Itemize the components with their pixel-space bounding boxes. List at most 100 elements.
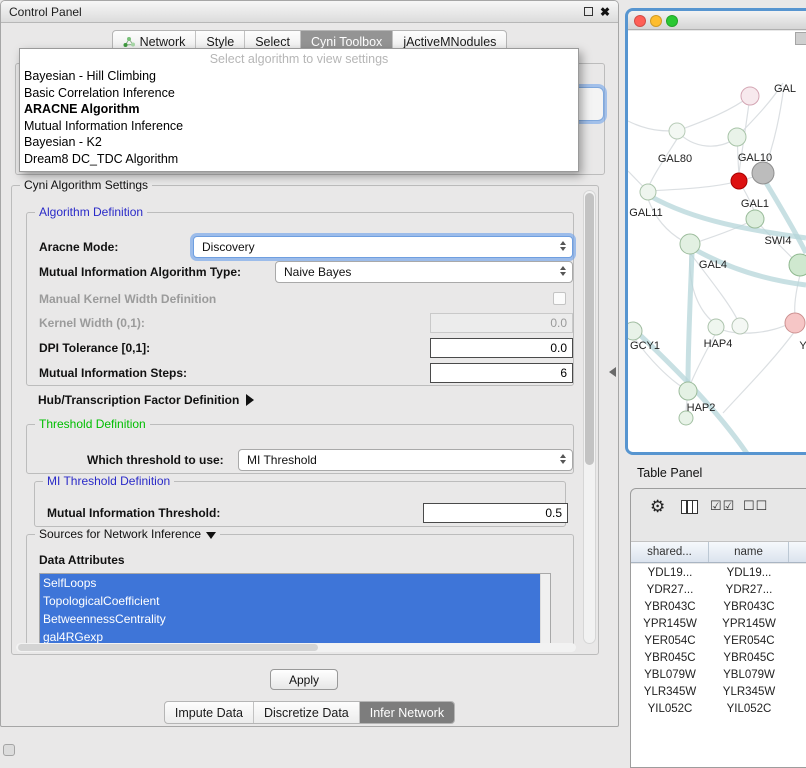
network-node[interactable]: [628, 322, 642, 340]
attribute-list-scrollbar[interactable]: [540, 574, 550, 644]
deselect-all-columns-icon[interactable]: ☐☐: [743, 498, 768, 514]
which-threshold-label: Which threshold to use:: [87, 453, 224, 467]
table-row[interactable]: YBR045CYBR045C9.: [631, 649, 806, 666]
table-row[interactable]: YBR043CYBR043C: [631, 598, 806, 615]
table-header-cell[interactable]: [789, 542, 806, 562]
sources-title-label: Sources for Network Inference: [39, 527, 201, 541]
dpi-tolerance-value: 0.0: [550, 341, 567, 355]
network-node-label: HAP2: [687, 402, 716, 414]
mi-steps-field[interactable]: 6: [430, 363, 573, 383]
table-cell: YIL052C: [631, 700, 709, 717]
table-header: shared...name: [631, 541, 806, 563]
network-edge: [723, 331, 795, 413]
network-node[interactable]: [741, 87, 759, 105]
table-cell: [789, 666, 806, 683]
manual-kernel-checkbox[interactable]: [553, 292, 566, 305]
zoom-traffic-light-icon[interactable]: [666, 15, 678, 27]
attribute-list[interactable]: SelfLoopsTopologicalCoefficientBetweenne…: [39, 573, 551, 645]
dropdown-item[interactable]: Basic Correlation Inference: [20, 85, 578, 102]
columns-icon[interactable]: [681, 500, 698, 514]
dropdown-item[interactable]: Dream8 DC_TDC Algorithm: [20, 151, 578, 168]
algorithm-dropdown: Select algorithm to view settings Bayesi…: [19, 48, 579, 172]
dropdown-item[interactable]: Mutual Information Inference: [20, 118, 578, 135]
dropdown-item[interactable]: ARACNE Algorithm: [20, 101, 578, 118]
network-canvas[interactable]: GALGAL80GAL10GAL11GAL1SWI4GAL4GCY1HAP4HA…: [628, 31, 806, 452]
combo-arrows-icon: [560, 266, 566, 276]
which-threshold-combo[interactable]: MI Threshold: [238, 449, 573, 471]
attribute-list-item[interactable]: SelfLoops: [40, 574, 540, 592]
network-node[interactable]: [746, 210, 764, 228]
network-node[interactable]: [732, 318, 748, 334]
network-node[interactable]: [679, 382, 697, 400]
table-toolbar: ⚙ ☑☑ ☐☐: [631, 489, 806, 541]
settings-scrollbar-thumb[interactable]: [585, 193, 594, 465]
network-node[interactable]: [728, 128, 746, 146]
aracne-mode-combo[interactable]: Discovery: [193, 236, 573, 258]
sources-title[interactable]: Sources for Network Inference: [35, 527, 220, 541]
network-node[interactable]: [789, 254, 806, 276]
table-row[interactable]: YLR345WYLR345W9.: [631, 683, 806, 700]
table-row[interactable]: YPR145WYPR145W9.: [631, 615, 806, 632]
panel-collapse-arrow-icon[interactable]: [609, 367, 616, 377]
dropdown-item[interactable]: Bayesian - Hill Climbing: [20, 68, 578, 85]
settings-hscrollbar-thumb[interactable]: [18, 644, 318, 651]
table-cell: 9.: [789, 615, 806, 632]
network-node[interactable]: [669, 123, 685, 139]
minimize-traffic-light-icon[interactable]: [650, 15, 662, 27]
network-node[interactable]: [785, 313, 805, 333]
bottom-tab-bar: Impute DataDiscretize DataInfer Network: [164, 701, 455, 724]
bottom-tab-discretize-data[interactable]: Discretize Data: [253, 702, 359, 723]
tab-label: Cyni Toolbox: [311, 35, 382, 49]
mi-steps-label: Mutual Information Steps:: [39, 366, 187, 380]
birdseye-toggle[interactable]: [795, 32, 806, 45]
hub-definition-toggle[interactable]: Hub/Transcription Factor Definition: [38, 393, 254, 407]
settings-scrollbar[interactable]: [583, 190, 596, 644]
table-cell: YBL079W: [709, 666, 789, 683]
attribute-list-item[interactable]: TopologicalCoefficient: [40, 592, 540, 610]
mi-steps-value: 6: [560, 366, 567, 380]
control-panel-titlebar[interactable]: Control Panel ✖: [1, 1, 618, 23]
bottom-tab-impute-data[interactable]: Impute Data: [165, 702, 253, 723]
dpi-tolerance-field[interactable]: 0.0: [430, 338, 573, 358]
float-window-icon[interactable]: [584, 7, 593, 16]
mi-type-combo[interactable]: Naive Bayes: [275, 261, 573, 283]
mi-type-value: Naive Bayes: [284, 265, 351, 279]
table-row[interactable]: YIL052CYIL052C: [631, 700, 806, 717]
mi-threshold-field[interactable]: 0.5: [423, 503, 568, 523]
gear-icon[interactable]: ⚙: [650, 498, 665, 516]
attribute-list-item[interactable]: BetweennessCentrality: [40, 610, 540, 628]
network-window-titlebar[interactable]: [628, 11, 806, 30]
table-row[interactable]: YER054CYER054C8.: [631, 632, 806, 649]
combo-arrows-icon: [560, 241, 566, 251]
network-edge: [677, 96, 750, 131]
network-node[interactable]: [731, 173, 747, 189]
bottom-tab-infer-network[interactable]: Infer Network: [359, 702, 454, 723]
table-row[interactable]: YDR27...YDR27...12: [631, 581, 806, 598]
apply-button[interactable]: Apply: [270, 669, 338, 690]
table-row[interactable]: YDL19...YDL19...13: [631, 564, 806, 581]
close-window-icon[interactable]: ✖: [600, 6, 610, 18]
network-node[interactable]: [708, 319, 724, 335]
network-edge: [628, 121, 673, 131]
tab-label: Style: [206, 35, 234, 49]
table-header-cell[interactable]: shared...: [631, 542, 709, 562]
table-cell: YBR043C: [631, 598, 709, 615]
network-node[interactable]: [680, 234, 700, 254]
table-row[interactable]: YBL079WYBL079W: [631, 666, 806, 683]
table-cell: YLR345W: [631, 683, 709, 700]
table-cell: 13: [789, 564, 806, 581]
table-cell: 9.: [789, 683, 806, 700]
network-node-label: Y: [799, 340, 806, 352]
table-cell: YER054C: [709, 632, 789, 649]
close-traffic-light-icon[interactable]: [634, 15, 646, 27]
select-all-columns-icon[interactable]: ☑☑: [710, 498, 735, 514]
network-node[interactable]: [640, 184, 656, 200]
table-header-cell[interactable]: name: [709, 542, 789, 562]
network-node[interactable]: [752, 162, 774, 184]
algorithm-definition-title: Algorithm Definition: [35, 205, 147, 219]
tab-label: Select: [255, 35, 290, 49]
network-node-label: GAL11: [629, 207, 662, 219]
settings-hscrollbar[interactable]: [16, 643, 576, 652]
dropdown-item[interactable]: Bayesian - K2: [20, 134, 578, 151]
corner-grip-icon[interactable]: [3, 744, 15, 756]
